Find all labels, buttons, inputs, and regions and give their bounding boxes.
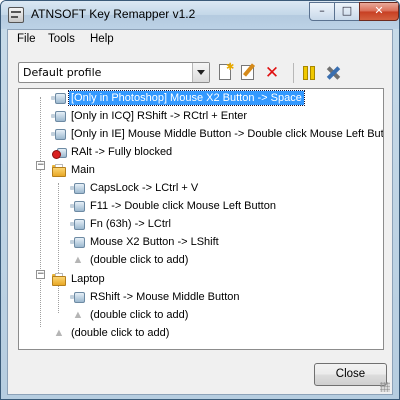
- expander-main[interactable]: −: [36, 161, 45, 170]
- maximize-button[interactable]: □: [334, 2, 360, 21]
- close-window-button[interactable]: ✕: [359, 2, 399, 21]
- blocked-key-icon: [51, 145, 67, 160]
- add-arrow-icon: ▲: [72, 309, 84, 321]
- add-arrow-icon: ▲: [53, 327, 65, 339]
- app-window: ATNSOFT Key Remapper v1.2 – □ ✕ File Too…: [0, 0, 400, 400]
- mapping-tree[interactable]: − − [Only in Photoshop] Mouse X2 Button …: [18, 88, 384, 350]
- profile-dropdown[interactable]: Default profile: [18, 62, 210, 83]
- delete-icon[interactable]: ✕: [261, 62, 283, 84]
- chevron-down-icon[interactable]: [192, 63, 209, 82]
- key-icon: [70, 235, 86, 250]
- key-icon: [51, 109, 67, 124]
- resize-grip[interactable]: [380, 382, 390, 392]
- close-button[interactable]: Close: [314, 363, 387, 386]
- folder-icon: [51, 272, 67, 287]
- key-icon: [70, 217, 86, 232]
- title-bar[interactable]: ATNSOFT Key Remapper v1.2 – □ ✕: [1, 1, 399, 29]
- toolbar-separator: [293, 63, 294, 83]
- tree-line: [58, 183, 59, 255]
- edit-icon[interactable]: [238, 62, 260, 84]
- menu-tools[interactable]: Tools: [48, 33, 75, 45]
- tree-line: [40, 97, 41, 327]
- new-icon[interactable]: ✱: [215, 62, 237, 84]
- folder-icon: [51, 163, 67, 178]
- add-arrow-icon: ▲: [72, 254, 84, 266]
- key-icon: [70, 290, 86, 305]
- window-title: ATNSOFT Key Remapper v1.2: [31, 7, 196, 21]
- menu-file[interactable]: File: [17, 33, 36, 45]
- settings-icon[interactable]: [322, 62, 344, 84]
- pause-icon[interactable]: [298, 62, 320, 84]
- key-icon: [51, 91, 67, 106]
- menu-help[interactable]: Help: [90, 33, 114, 45]
- key-icon: [51, 127, 67, 142]
- profile-dropdown-value: Default profile: [23, 66, 102, 79]
- app-icon[interactable]: [8, 7, 24, 23]
- menu-bar: File Tools Help: [8, 30, 392, 50]
- client-area: File Tools Help Default profile ✱ ✕ − −: [7, 29, 393, 395]
- minimize-button[interactable]: –: [309, 2, 335, 21]
- expander-laptop[interactable]: −: [36, 270, 45, 279]
- key-icon: [70, 199, 86, 214]
- key-icon: [70, 181, 86, 196]
